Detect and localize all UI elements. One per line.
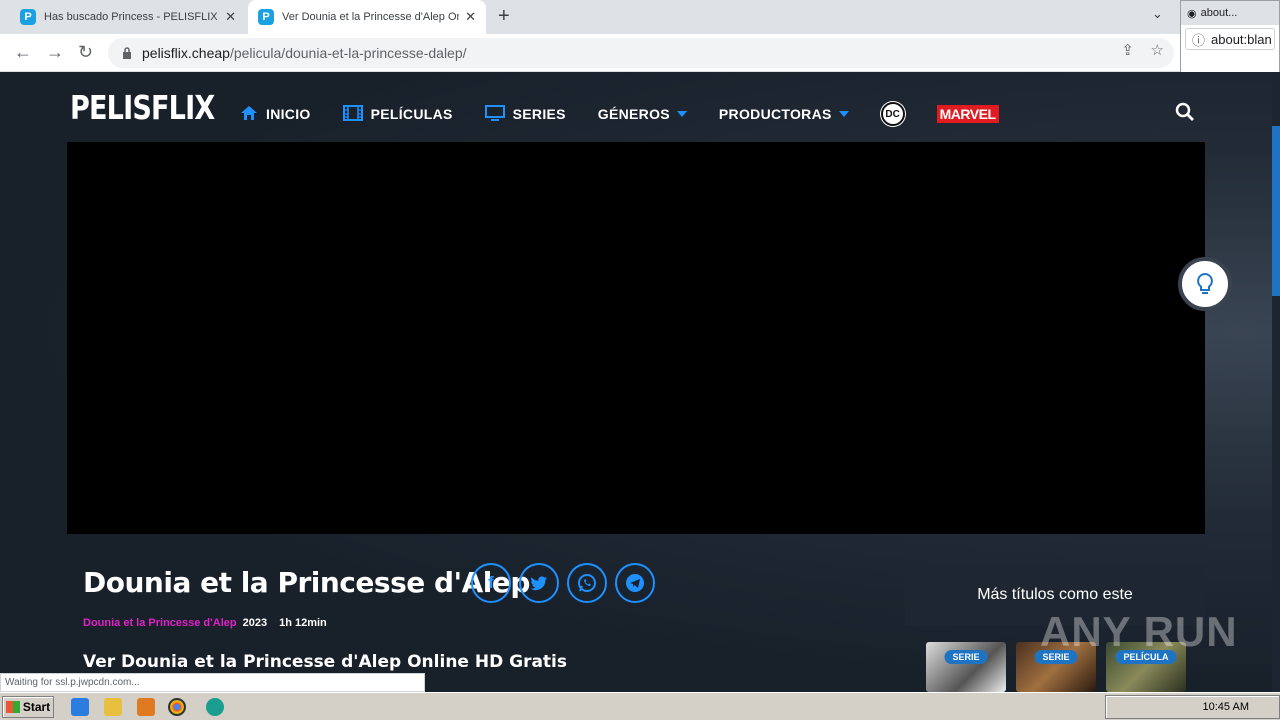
main-nav: INICIO PELÍCULAS SERIES GÉNEROS PRODUCTO… — [240, 102, 999, 126]
media-player-icon[interactable] — [137, 698, 155, 716]
close-tab-icon[interactable]: ✕ — [225, 9, 236, 25]
lock-icon — [123, 47, 131, 59]
nav-label: SERIES — [512, 106, 566, 122]
popup-url-field[interactable]: ⓘ about:blan — [1185, 28, 1275, 50]
site-logo[interactable]: PELISFLIX — [70, 88, 215, 127]
lightbulb-icon[interactable] — [1178, 257, 1232, 311]
share-icon[interactable]: ⇪ — [1121, 41, 1134, 59]
home-icon — [240, 105, 258, 124]
system-tray: 10:45 AM — [1105, 695, 1280, 719]
nav-inicio[interactable]: INICIO — [240, 105, 311, 124]
nav-productoras[interactable]: PRODUCTORAS — [719, 106, 849, 122]
tab-search-chevron-icon[interactable]: ⌄ — [1152, 6, 1163, 22]
chrome-icon[interactable] — [168, 698, 186, 716]
movie-title: Dounia et la Princesse d'Alep — [83, 566, 530, 599]
movie-meta: Dounia et la Princesse d'Alep 2023 1h 12… — [83, 617, 327, 629]
edge-icon[interactable] — [206, 698, 224, 716]
pelisflix-favicon: P — [258, 9, 274, 25]
video-player[interactable] — [67, 142, 1205, 534]
tv-icon — [484, 104, 505, 124]
popup-titlebar: ◉ about... — [1181, 1, 1279, 25]
start-label: Start — [22, 700, 51, 714]
ie-icon[interactable] — [71, 698, 89, 716]
tab-movie-page[interactable]: P Ver Dounia et la Princesse d'Alep Onl … — [248, 0, 486, 34]
release-year: 2023 — [242, 617, 268, 629]
start-button[interactable]: Start — [2, 696, 54, 718]
watch-heading: Ver Dounia et la Princesse d'Alep Online… — [83, 652, 568, 672]
popup-url: about:blan — [1211, 31, 1272, 47]
url-field[interactable]: pelisflix.cheap/pelicula/dounia-et-la-pr… — [108, 38, 1174, 68]
clock: 10:45 AM — [1202, 701, 1249, 713]
browser-status: Waiting for ssl.p.jwpcdn.com... — [0, 673, 425, 692]
nav-peliculas[interactable]: PELÍCULAS — [342, 104, 453, 124]
windows-taskbar: Start 10:45 AM — [0, 692, 1280, 720]
browser-tabbar: P Has buscado Princess - PELISFLIX [ ✕ P… — [0, 0, 1280, 34]
tab-search-results[interactable]: P Has buscado Princess - PELISFLIX [ ✕ — [10, 0, 246, 34]
nav-label: INICIO — [266, 106, 311, 122]
caret-down-icon — [838, 111, 849, 117]
dc-logo-link[interactable]: DC — [880, 102, 905, 126]
nav-label: GÉNEROS — [597, 106, 670, 122]
marvel-logo-link[interactable]: MARVEL — [936, 105, 999, 123]
page-scrollbar[interactable] — [1272, 72, 1280, 692]
page-content: PELISFLIX INICIO PELÍCULAS SERIES GÉNERO… — [0, 72, 1280, 692]
pelisflix-favicon: P — [20, 9, 36, 25]
popup-tab-title: about... — [1200, 7, 1238, 19]
facebook-icon[interactable]: f — [471, 563, 511, 603]
type-badge: SERIE — [944, 650, 988, 664]
back-arrow-icon[interactable]: ← — [14, 42, 32, 63]
windows-logo-icon — [5, 701, 20, 713]
forward-arrow-icon[interactable]: → — [46, 42, 64, 63]
twitter-icon[interactable] — [519, 563, 559, 603]
whatsapp-icon[interactable] — [567, 563, 607, 603]
new-tab-icon[interactable]: + — [498, 5, 510, 28]
tab-title: Ver Dounia et la Princesse d'Alep Onl — [282, 11, 460, 23]
address-bar: ← → ↻ pelisflix.cheap/pelicula/dounia-et… — [0, 34, 1280, 72]
anyrun-watermark: ANY RUN — [1040, 608, 1238, 655]
original-title: Dounia et la Princesse d'Alep — [83, 617, 237, 629]
scrollbar-thumb[interactable] — [1272, 126, 1280, 296]
url-host: pelisflix.cheap — [142, 45, 230, 61]
nav-label: PELÍCULAS — [370, 106, 453, 122]
film-icon — [342, 104, 363, 124]
url-path: /pelicula/dounia-et-la-princesse-dalep/ — [229, 45, 467, 61]
nav-label: PRODUCTORAS — [718, 106, 832, 122]
nav-series[interactable]: SERIES — [484, 104, 566, 124]
info-icon: ⓘ — [1192, 32, 1206, 48]
search-icon[interactable] — [1175, 102, 1195, 127]
share-buttons: f — [471, 563, 663, 603]
caret-down-icon — [676, 111, 687, 117]
related-card[interactable]: SERIE — [926, 642, 1006, 692]
telegram-icon[interactable] — [615, 563, 655, 603]
globe-icon: ◉ — [1187, 7, 1197, 20]
close-tab-icon[interactable]: ✕ — [465, 9, 476, 25]
folder-icon[interactable] — [104, 698, 122, 716]
reload-icon[interactable]: ↻ — [78, 42, 93, 63]
bookmark-star-icon[interactable]: ☆ — [1151, 41, 1164, 59]
nav-generos[interactable]: GÉNEROS — [598, 106, 687, 122]
tab-title: Has buscado Princess - PELISFLIX [ — [44, 11, 220, 23]
duration: 1h 12min — [279, 617, 327, 629]
